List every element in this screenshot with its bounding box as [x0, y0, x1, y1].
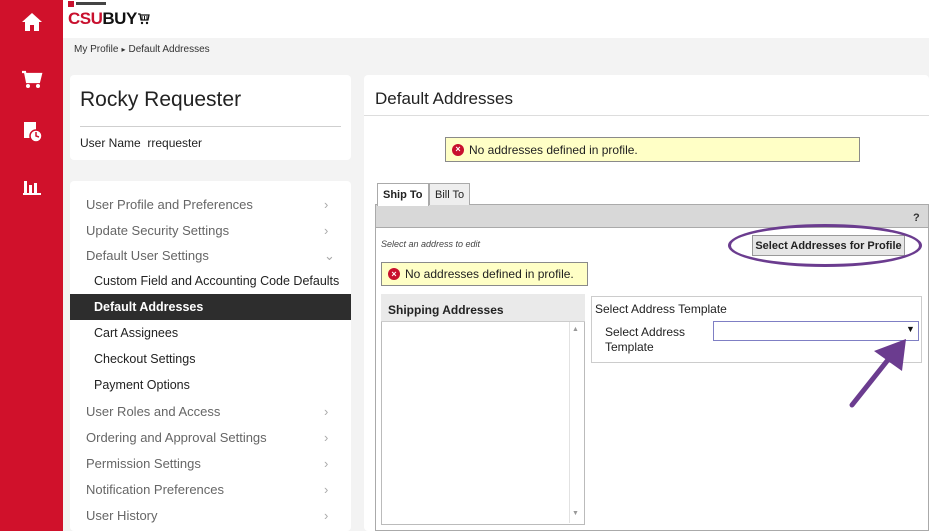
error-icon: × [452, 143, 464, 156]
help-icon[interactable]: ? [913, 212, 920, 224]
alert-text: No addresses defined in profile. [469, 142, 638, 157]
scrollbar[interactable] [569, 322, 583, 523]
breadcrumb-default-addresses: Default Addresses [128, 44, 210, 55]
template-label: Select Address Template [605, 325, 686, 354]
menu-payment-options[interactable]: Payment Options [70, 372, 351, 398]
error-icon: × [388, 268, 400, 280]
university-wordmark [68, 1, 110, 8]
cart-icon[interactable] [0, 60, 63, 100]
menu-label: Default User Settings [86, 247, 209, 263]
csubuy-logo[interactable]: CSUBUY [68, 9, 137, 29]
menu-user-profile-preferences[interactable]: User Profile and Preferences › [70, 191, 351, 217]
scroll-up-icon[interactable]: ▲ [572, 326, 579, 333]
cart-icon [138, 12, 150, 30]
menu-permission-settings[interactable]: Permission Settings › [70, 450, 351, 476]
username-row: User Name rrequester [80, 136, 202, 150]
alert-text: No addresses defined in profile. [405, 267, 574, 281]
chevron-right-icon: › [324, 197, 329, 212]
list-title: Shipping Addresses [388, 303, 504, 317]
menu-label: Cart Assignees [94, 326, 179, 340]
select-address-hint: Select an address to edit [381, 239, 481, 249]
breadcrumb-separator: ▸ [121, 45, 126, 54]
menu-default-user-settings[interactable]: Default User Settings ⌄ [70, 242, 351, 268]
menu-label: Ordering and Approval Settings [86, 429, 267, 445]
menu-label: Default Addresses [94, 300, 204, 314]
username-label: User Name [80, 136, 141, 150]
menu-label: User Roles and Access [86, 403, 221, 419]
menu-user-history[interactable]: User History › [70, 502, 351, 528]
page-title: Default Addresses [375, 89, 513, 108]
menu-checkout-settings[interactable]: Checkout Settings [70, 346, 351, 372]
menu-label: User Profile and Preferences [86, 196, 253, 212]
alert-no-addresses: × No addresses defined in profile. [445, 137, 860, 162]
breadcrumb-my-profile[interactable]: My Profile [74, 44, 118, 55]
logo-buy: BUY [102, 9, 137, 28]
menu-user-roles-access[interactable]: User Roles and Access › [70, 398, 351, 424]
menu-notification-preferences[interactable]: Notification Preferences › [70, 476, 351, 502]
menu-label: Update Security Settings [86, 222, 230, 238]
menu-label: User History [86, 507, 158, 523]
chevron-right-icon: › [324, 456, 329, 471]
tab-ship-to[interactable]: Ship To [377, 183, 429, 206]
menu-default-addresses[interactable]: Default Addresses [70, 294, 351, 320]
user-display-name: Rocky Requester [80, 88, 242, 111]
chevron-down-icon: ⌄ [324, 248, 335, 263]
menu-label: Permission Settings [86, 455, 201, 471]
menu-cart-assignees[interactable]: Cart Assignees [70, 320, 351, 346]
menu-label: Payment Options [94, 378, 190, 392]
shipping-addresses-list[interactable] [381, 294, 585, 525]
chevron-right-icon: › [324, 482, 329, 497]
menu-update-security-settings[interactable]: Update Security Settings › [70, 217, 351, 243]
logo-csu: CSU [68, 9, 103, 28]
annotation-arrow [849, 339, 906, 408]
top-bar [63, 0, 929, 38]
template-heading: Select Address Template [595, 302, 727, 316]
annotation-ellipse [728, 224, 922, 267]
chevron-right-icon: › [324, 508, 329, 523]
scroll-down-icon[interactable]: ▼ [572, 510, 579, 517]
document-clock-icon[interactable] [0, 112, 63, 152]
divider [364, 115, 929, 116]
breadcrumb: My Profile ▸ Default Addresses [74, 44, 210, 55]
home-icon[interactable] [0, 2, 63, 42]
tab-bill-to[interactable]: Bill To [429, 183, 471, 205]
chevron-right-icon: › [324, 430, 329, 445]
username-value: rrequester [147, 136, 203, 150]
menu-ordering-approval-settings[interactable]: Ordering and Approval Settings › [70, 424, 351, 450]
menu-label: Custom Field and Accounting Code Default… [94, 274, 340, 288]
app-rail [0, 0, 63, 531]
menu-label: Notification Preferences [86, 481, 225, 497]
chevron-right-icon: › [324, 223, 329, 238]
menu-label: Checkout Settings [94, 352, 196, 366]
bar-chart-icon[interactable] [0, 166, 63, 206]
chevron-right-icon: › [324, 404, 329, 419]
divider [80, 126, 341, 127]
dropdown-arrow-icon[interactable]: ▼ [906, 324, 915, 334]
menu-custom-field-defaults[interactable]: Custom Field and Accounting Code Default… [70, 268, 351, 294]
alert-no-addresses-inner: × No addresses defined in profile. [381, 262, 588, 286]
